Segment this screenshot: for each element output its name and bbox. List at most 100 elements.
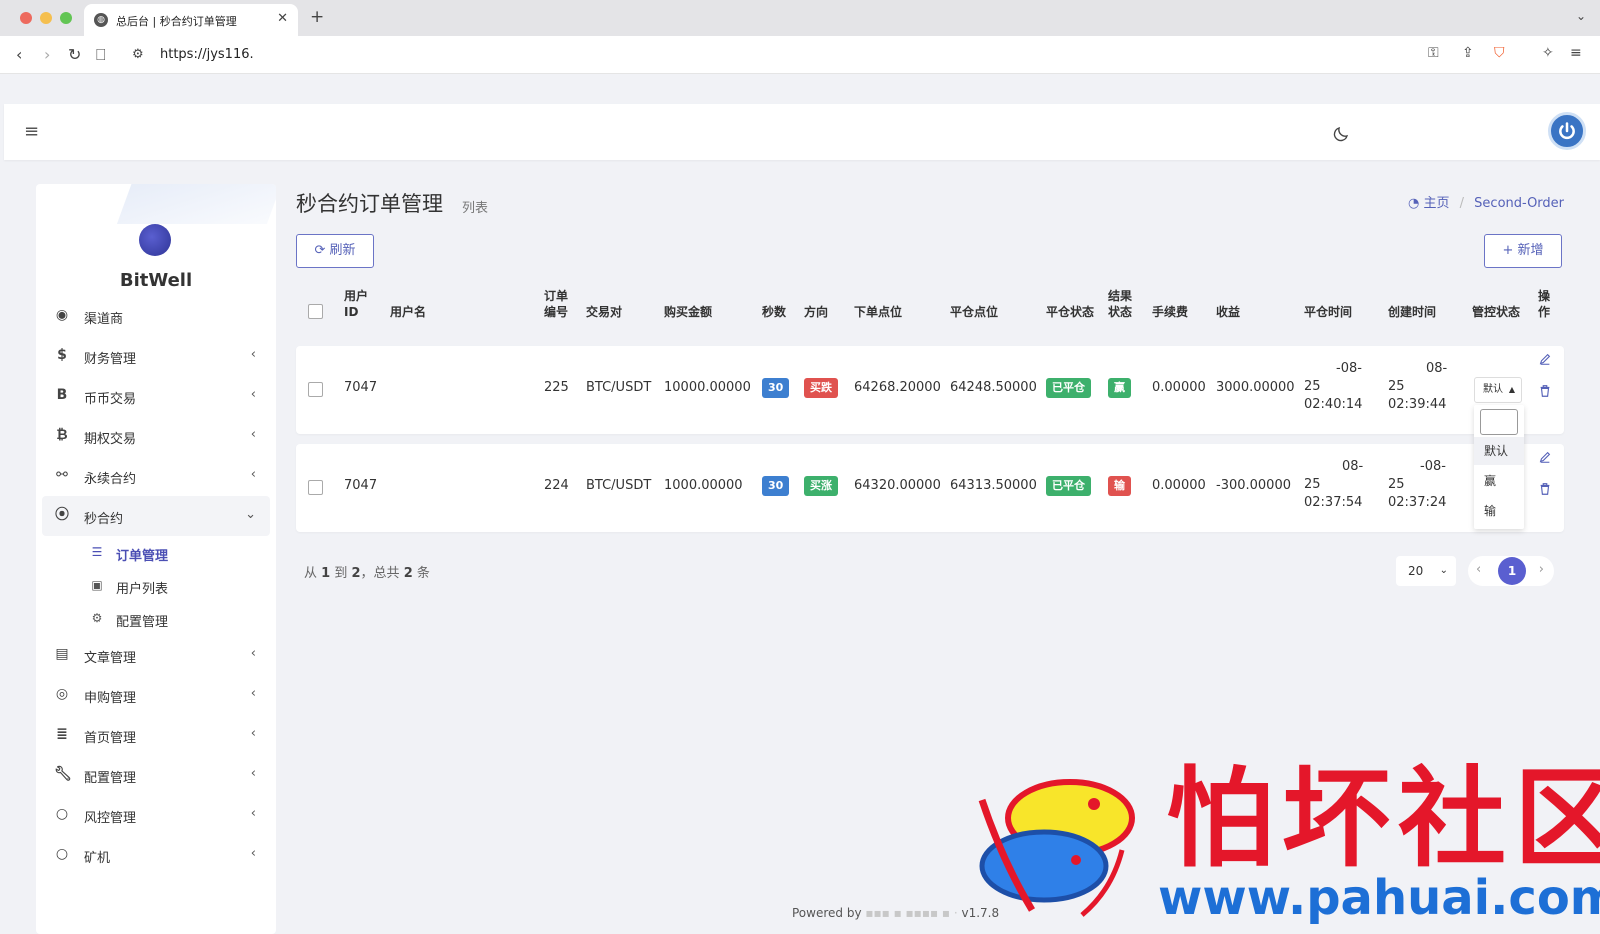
- moon-icon[interactable]: [1332, 125, 1350, 143]
- sparkle-icon[interactable]: ✧: [1542, 45, 1554, 61]
- sidebar-item-settings[interactable]: 🔧︎ 配置管理 ‹: [42, 755, 270, 795]
- pagination-total-word: ，总共: [360, 566, 400, 581]
- delete-icon[interactable]: [1538, 384, 1552, 398]
- bars-icon: ≣: [56, 726, 68, 742]
- power-icon: [1559, 122, 1575, 140]
- reload-icon[interactable]: ↻: [68, 45, 81, 64]
- window-minimize-button[interactable]: [40, 12, 52, 24]
- chevron-left-icon: ‹: [250, 766, 256, 781]
- circle-icon: ○: [55, 806, 69, 822]
- new-tab-icon[interactable]: +: [310, 7, 324, 27]
- dropdown-option[interactable]: 输: [1474, 497, 1524, 525]
- refresh-button[interactable]: ⟳ 刷新: [296, 234, 374, 268]
- browser-tab[interactable]: ◍ 总后台 | 秒合约订单管理 ✕: [84, 4, 298, 36]
- sidebar-item-articles[interactable]: ▤ 文章管理 ‹: [42, 635, 270, 675]
- sidebar-item-label: 文章管理: [84, 651, 137, 666]
- pagination-to: 2: [351, 566, 361, 581]
- forward-icon[interactable]: ›: [44, 45, 50, 64]
- sidebar-item-homepage[interactable]: ≣ 首页管理 ‹: [42, 715, 270, 755]
- prev-page-icon[interactable]: ‹: [1476, 562, 1481, 577]
- page-size-select[interactable]: 20 ⌄: [1396, 556, 1456, 586]
- control-status-value: 默认: [1483, 384, 1503, 395]
- sidebar-item-perpetual[interactable]: ⚯ 永续合约 ‹: [42, 456, 270, 496]
- dot-circle-icon: ⦿: [55, 507, 69, 523]
- sidebar-item-second-contract[interactable]: ⦿ 秒合约 ⌄: [42, 496, 270, 536]
- tab-close-icon[interactable]: ✕: [277, 11, 288, 26]
- th-control-status: 管控状态: [1472, 305, 1521, 319]
- row-checkbox[interactable]: [308, 480, 323, 495]
- cell-open-price: 64320.00000: [854, 478, 941, 493]
- cell-amount: 1000.00000: [664, 478, 743, 493]
- pagination-to-word: 到: [334, 566, 348, 581]
- link-icon: ⚯: [56, 467, 68, 483]
- sidebar-subitem-orders[interactable]: ☰ 订单管理: [42, 536, 270, 569]
- cell-pair: BTC/USDT: [586, 380, 652, 395]
- dropdown-search-input[interactable]: [1480, 409, 1518, 435]
- breadcrumb-current: Second-Order: [1474, 196, 1565, 211]
- dropdown-option[interactable]: 默认: [1474, 437, 1524, 465]
- direction-badge: 买跌: [804, 378, 838, 398]
- plus-icon: +: [1502, 243, 1514, 258]
- edit-icon[interactable]: [1538, 450, 1552, 464]
- chevron-left-icon: ‹: [250, 646, 256, 661]
- edit-icon[interactable]: [1538, 352, 1552, 366]
- th-username: 用户名: [390, 305, 427, 319]
- bookmark-icon[interactable]: ⎕: [96, 45, 106, 65]
- add-button[interactable]: + 新增: [1484, 234, 1562, 268]
- next-page-icon[interactable]: ›: [1539, 562, 1544, 577]
- lifebuoy-icon: ◎: [55, 686, 69, 702]
- cell-order-no: 224: [544, 478, 569, 493]
- dollar-icon: $: [57, 347, 67, 363]
- current-page-button[interactable]: 1: [1498, 557, 1526, 585]
- sidebar-item-spot[interactable]: B 币币交易 ‹: [42, 376, 270, 416]
- pagination-unit: 条: [416, 566, 430, 581]
- sidebar-decoration: [116, 184, 276, 224]
- sidebar-subitem-config[interactable]: ⚙ 配置管理: [42, 602, 270, 635]
- pagination-info: 从 1 到 2，总共 2 条: [304, 562, 430, 581]
- cell-close-time-part3: 02:40:14: [1304, 397, 1363, 412]
- delete-icon[interactable]: [1538, 482, 1552, 496]
- breadcrumb-home[interactable]: 主页: [1423, 196, 1449, 211]
- brave-shield-icon[interactable]: ⛉: [1494, 45, 1505, 61]
- sidebar-subitem-users[interactable]: ▣ 用户列表: [42, 569, 270, 602]
- cell-create-time-part2: 25: [1388, 477, 1405, 492]
- sidebar-item-miner[interactable]: ○ 矿机 ‹: [42, 835, 270, 875]
- sidebar-item-channel[interactable]: ◉ 渠道商: [42, 296, 270, 336]
- share-icon[interactable]: ⇪: [1462, 45, 1474, 61]
- logo-icon: [139, 224, 171, 256]
- refresh-label: 刷新: [329, 243, 356, 258]
- add-label: 新增: [1517, 243, 1544, 258]
- site-settings-icon[interactable]: ⚙: [132, 47, 144, 62]
- cell-user-id: 7047: [344, 478, 378, 493]
- sidebar-item-label: 风控管理: [84, 811, 137, 826]
- pagination-prefix: 从: [304, 566, 318, 581]
- power-button[interactable]: [1548, 112, 1586, 150]
- sidebar-item-label: 期权交易: [84, 432, 137, 447]
- control-status-select[interactable]: 默认 ▲: [1474, 377, 1522, 403]
- th-result-status: 结果 状态: [1108, 289, 1133, 319]
- cell-create-time-part1: -08-: [1420, 459, 1446, 474]
- sidebar-item-risk[interactable]: ○ 风控管理 ‹: [42, 795, 270, 835]
- cell-fee: 0.00000: [1152, 478, 1206, 493]
- th-amount: 购买金额: [664, 305, 713, 319]
- sidebar-item-options[interactable]: ₿ 期权交易 ‹: [42, 416, 270, 456]
- hamburger-icon[interactable]: ≡: [24, 121, 39, 142]
- menu-icon[interactable]: ≡: [1570, 45, 1582, 61]
- sidebar-item-label: 配置管理: [84, 771, 137, 786]
- chevron-down-icon[interactable]: ⌄: [1576, 9, 1586, 23]
- sidebar-item-finance[interactable]: $ 财务管理 ‹: [42, 336, 270, 376]
- cell-close-price: 64313.50000: [950, 478, 1037, 493]
- key-icon[interactable]: ⚿: [1428, 45, 1439, 61]
- url-input[interactable]: https://jys116.: [160, 47, 254, 62]
- browser-tab-bar: ◍ 总后台 | 秒合约订单管理 ✕ + ⌄: [0, 0, 1600, 36]
- app-header: ≡: [4, 104, 1600, 160]
- window-zoom-button[interactable]: [60, 12, 72, 24]
- window-close-button[interactable]: [20, 12, 32, 24]
- back-icon[interactable]: ‹: [16, 45, 22, 64]
- dropdown-option[interactable]: 赢: [1474, 467, 1524, 495]
- sidebar-item-subscription[interactable]: ◎ 申购管理 ‹: [42, 675, 270, 715]
- pagination-total: 2: [403, 566, 413, 581]
- cell-profit: -300.00000: [1216, 478, 1291, 493]
- row-checkbox[interactable]: [308, 382, 323, 397]
- select-all-checkbox[interactable]: [308, 304, 323, 319]
